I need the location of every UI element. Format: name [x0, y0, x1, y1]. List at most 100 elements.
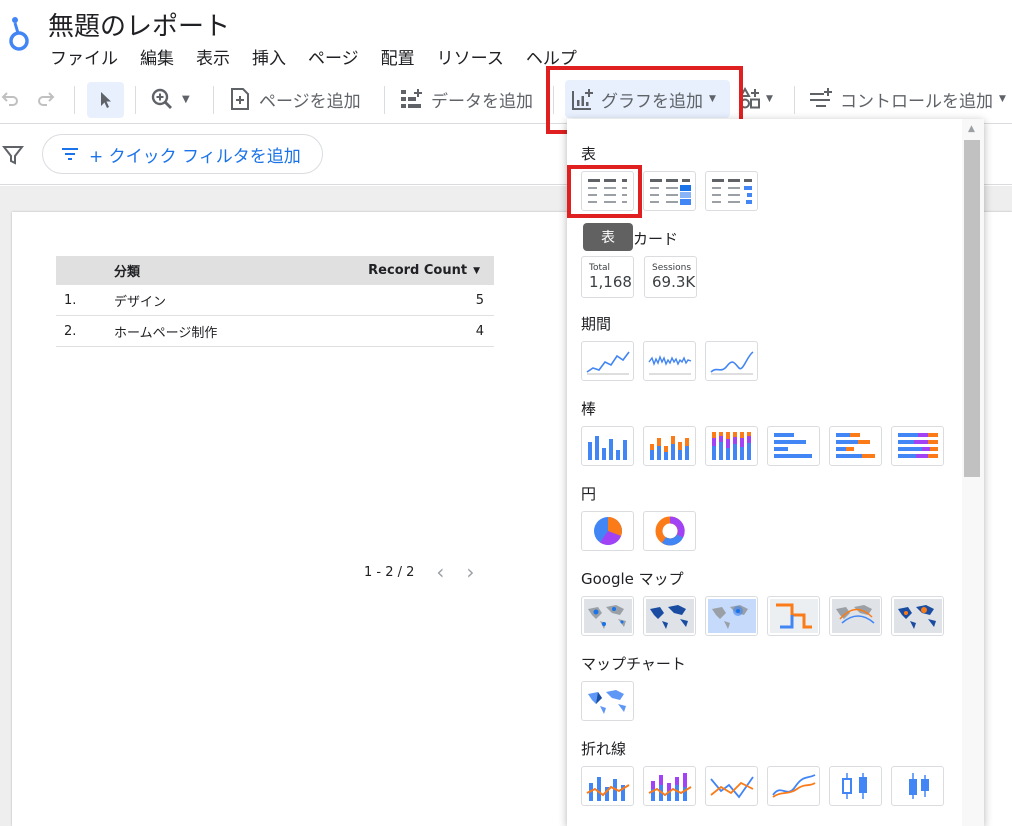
table-heatmap-icon [649, 179, 691, 205]
scorecard-value: 1,168 [589, 273, 632, 291]
chart-option-heatmap-map[interactable] [705, 596, 758, 636]
select-tool-button[interactable] [87, 82, 124, 118]
add-control-icon [810, 88, 832, 107]
chart-option-scorecard-total[interactable]: Total 1,168 [581, 256, 634, 298]
quick-filter-button[interactable]: + クイック フィルタを追加 [42, 134, 323, 174]
add-control-button[interactable]: コントロールを追加 ▼ [808, 74, 1006, 124]
table-row: 1. デザイン 5 [56, 285, 494, 316]
bar-options [581, 426, 953, 466]
scorecard-label: Total [589, 263, 611, 273]
chart-option-line-map[interactable] [767, 596, 820, 636]
donut-chart-icon [655, 516, 685, 546]
highlight-table-option [567, 165, 642, 218]
chart-option-column[interactable] [581, 426, 634, 466]
zoom-in-icon [151, 88, 172, 109]
chart-option-smoothed-timeseries[interactable] [705, 341, 758, 381]
chart-option-candlestick[interactable] [829, 766, 882, 806]
table-bars-icon [711, 179, 752, 204]
section-pie-label: 円 [581, 485, 597, 503]
combo-chart-icon [586, 777, 630, 801]
next-page-icon[interactable]: › [466, 560, 474, 584]
menu-resources[interactable]: リソース [437, 44, 504, 70]
chart-option-connection-map[interactable] [829, 596, 882, 636]
chart-option-100-stacked-column[interactable] [705, 426, 758, 466]
menu-page[interactable]: ページ [308, 44, 359, 70]
chart-option-bar[interactable] [767, 426, 820, 466]
zoom-button[interactable]: ▼ [150, 74, 190, 124]
report-editor: 無題のレポート ファイル 編集 表示 挿入 ページ 配置 リソース ヘルプ ▼ … [0, 0, 1012, 826]
chart-option-sparkline[interactable] [643, 341, 696, 381]
chart-option-smoothed-line[interactable] [767, 766, 820, 806]
column-header-record-count[interactable]: Record Count ▼ [368, 263, 480, 278]
chart-option-timeseries[interactable] [581, 341, 634, 381]
section-scorecard-label: カード [633, 230, 679, 248]
pie-chart-icon [593, 517, 622, 545]
chart-option-candlestick-filled[interactable] [891, 766, 944, 806]
column-header-category[interactable]: 分類 [114, 261, 368, 280]
chart-option-stacked-bar[interactable] [829, 426, 882, 466]
add-page-button[interactable]: ページを追加 [229, 74, 361, 124]
report-title[interactable]: 無題のレポート [48, 6, 230, 43]
toolbar-divider [74, 86, 75, 114]
menu-file[interactable]: ファイル [50, 44, 118, 70]
chart-option-line[interactable] [705, 766, 758, 806]
chart-option-table-heatmap[interactable] [643, 171, 696, 211]
menu-arrange[interactable]: 配置 [381, 44, 415, 70]
add-page-icon [231, 88, 249, 110]
chart-option-filled-bubble-map[interactable] [891, 596, 944, 636]
chart-option-scorecard-compact[interactable]: Sessions 69.3K [644, 256, 697, 298]
add-data-icon [401, 89, 422, 108]
prev-page-icon[interactable]: ‹ [436, 560, 444, 584]
percent-stacked-column-icon [711, 432, 751, 460]
menu-view[interactable]: 表示 [196, 44, 230, 70]
undo-icon [1, 92, 18, 106]
chart-option-100-stacked-bar[interactable] [891, 426, 944, 466]
google-maps-options [581, 596, 953, 636]
chart-option-bubble-map[interactable] [581, 596, 634, 636]
row-category: デザイン [114, 294, 167, 310]
smoothed-line-chart-icon [771, 774, 815, 798]
toolbar-divider [213, 86, 214, 114]
row-category: ホームページ制作 [114, 325, 218, 341]
candlestick-filled-icon [908, 773, 929, 799]
menu-edit[interactable]: 編集 [140, 44, 174, 70]
cursor-icon [100, 92, 111, 108]
undo-button[interactable] [0, 74, 20, 124]
stacked-column-icon [649, 436, 689, 460]
chart-option-table-bars[interactable] [705, 171, 758, 211]
connection-map-icon [831, 599, 880, 633]
line-map-icon [769, 599, 818, 633]
map-chart-options [581, 681, 643, 721]
chart-option-filled-map[interactable] [643, 596, 696, 636]
chart-option-stacked-combo[interactable] [643, 766, 696, 806]
filled-bubble-map-icon [893, 599, 942, 633]
chart-option-donut[interactable] [643, 511, 696, 551]
chart-option-geo-map[interactable] [581, 681, 634, 721]
scroll-up-icon[interactable]: ▲ [968, 124, 975, 134]
line-options [581, 766, 953, 806]
filter-icon[interactable] [2, 145, 24, 165]
stacked-combo-icon [648, 773, 692, 801]
scrollbar-thumb[interactable] [964, 140, 980, 477]
add-data-label: データを追加 [431, 91, 533, 112]
toolbar-divider [794, 86, 795, 114]
filter-list-icon [62, 148, 78, 160]
scorecard-options: Total 1,168 Sessions 69.3K [581, 256, 707, 298]
sparkline-chart-icon [647, 354, 691, 375]
add-data-button[interactable]: データを追加 [399, 74, 533, 124]
toolbar-divider [384, 86, 385, 114]
table-chart[interactable]: 分類 Record Count ▼ 1. デザイン 5 2. ホームページ制作 … [56, 256, 494, 347]
chart-option-stacked-column[interactable] [643, 426, 696, 466]
table-header: 分類 Record Count ▼ [56, 256, 494, 285]
chart-option-combo[interactable] [581, 766, 634, 806]
toolbar-divider [135, 86, 136, 114]
menu-bar: ファイル 編集 表示 挿入 ページ 配置 リソース ヘルプ [50, 44, 599, 70]
chart-option-pie[interactable] [581, 511, 634, 551]
looker-studio-logo-icon [9, 17, 29, 51]
redo-button[interactable] [36, 74, 56, 124]
add-component-button[interactable]: ▼ [738, 74, 773, 124]
menu-insert[interactable]: 挿入 [252, 44, 286, 70]
chevron-down-icon: ▼ [999, 94, 1006, 104]
filled-map-icon [645, 599, 694, 633]
timeseries-options [581, 341, 767, 381]
